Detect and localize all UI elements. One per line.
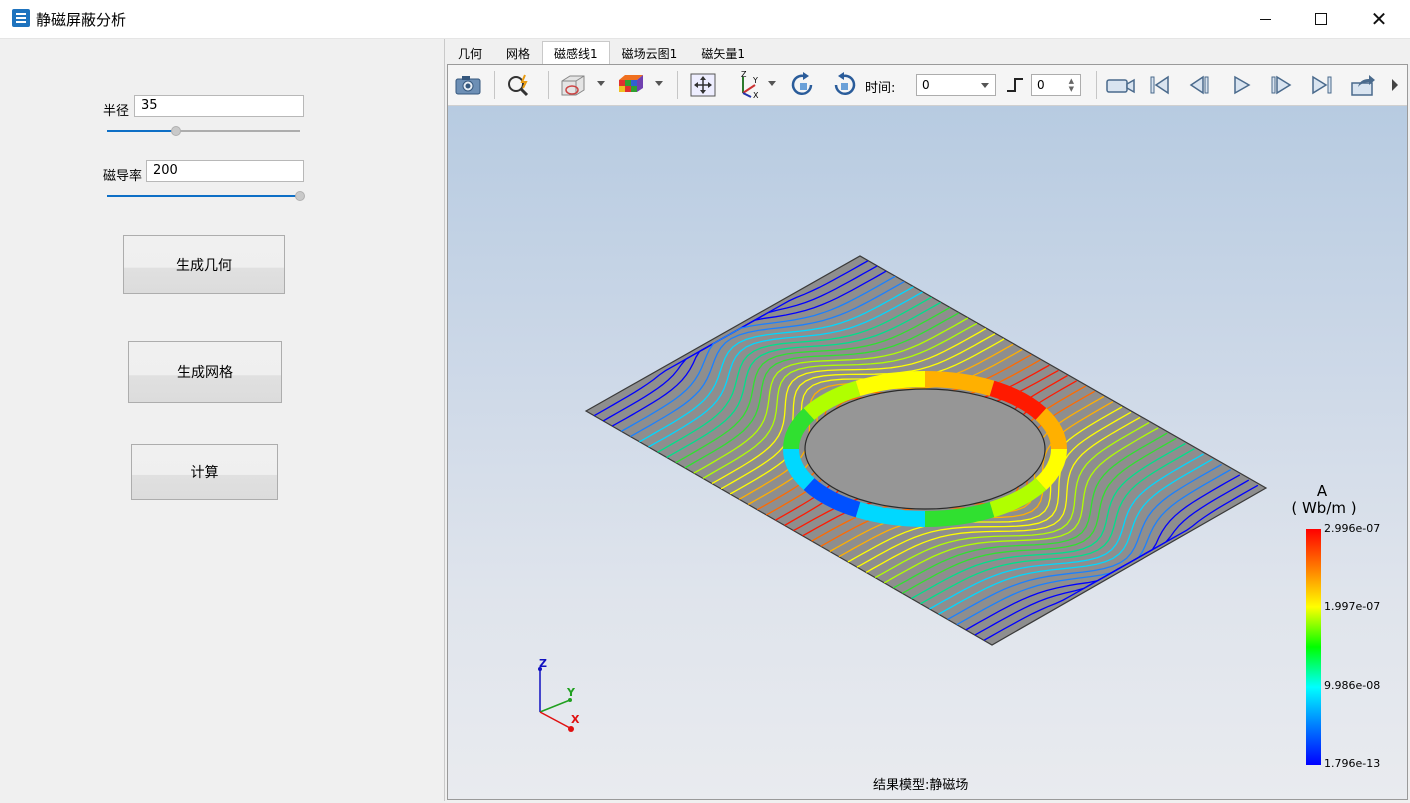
maximize-button[interactable] — [1292, 0, 1350, 38]
tab-mesh[interactable]: 网格 — [494, 41, 542, 66]
radius-slider-thumb[interactable] — [171, 126, 182, 136]
legend-unit: ( Wb/m ) — [1291, 499, 1357, 517]
shield-ring-segment — [924, 371, 995, 397]
x-axis-label: X — [571, 713, 580, 726]
generate-mesh-button[interactable]: 生成网格 — [128, 341, 282, 403]
x-axis-tip — [568, 726, 574, 732]
window-title: 静磁屏蔽分析 — [36, 11, 127, 29]
shield-ring-segment — [855, 501, 926, 527]
step-icon — [1000, 71, 1030, 99]
time-label: 时间: — [865, 81, 896, 96]
y-axis — [539, 699, 571, 713]
permeability-label: 磁导率 — [103, 169, 143, 184]
video-camera-icon[interactable] — [1103, 71, 1139, 99]
export-icon[interactable] — [1348, 71, 1378, 99]
step-spinbox[interactable]: 0 ▲ ▼ — [1031, 74, 1081, 96]
legend-tick-high: 1.997e-07 — [1324, 600, 1381, 613]
color-cube-icon[interactable] — [615, 71, 645, 99]
legend-title: A — [1316, 482, 1328, 500]
last-frame-icon[interactable] — [1307, 71, 1337, 99]
z-axis-label: Z — [539, 657, 547, 670]
shield-ring-segment — [924, 501, 995, 527]
chevron-down-icon — [981, 83, 989, 88]
permeability-slider-fill — [107, 195, 300, 197]
radius-input[interactable]: 35 — [134, 95, 304, 117]
next-frame-icon[interactable] — [1266, 71, 1296, 99]
prev-frame-icon[interactable] — [1185, 71, 1215, 99]
radius-slider-fill — [107, 130, 177, 132]
toolbar-separator — [677, 71, 678, 99]
permeability-input[interactable]: 200 — [146, 160, 304, 182]
camera-icon[interactable] — [453, 71, 483, 99]
parameter-panel: 半径 35 磁导率 200 生成几何 生成网格 计算 — [1, 39, 445, 801]
toolbar-separator — [494, 71, 495, 99]
legend-tick-max: 2.996e-07 — [1324, 522, 1381, 535]
radius-label: 半径 — [103, 104, 130, 119]
legend-tick-min: 1.796e-13 — [1324, 757, 1381, 770]
minimize-button[interactable] — [1236, 0, 1294, 38]
legend-tick-mid: 9.986e-08 — [1324, 679, 1381, 692]
time-select[interactable]: 0 — [916, 74, 996, 96]
maximize-icon — [1315, 13, 1327, 25]
x-axis — [539, 711, 571, 729]
box-view-icon[interactable] — [558, 71, 588, 99]
svg-text:Y: Y — [752, 76, 758, 85]
close-button[interactable]: ✕ — [1350, 0, 1408, 38]
result-model-label: 结果模型:静磁场 — [873, 778, 969, 793]
radius-slider[interactable] — [107, 126, 300, 136]
color-cube-dropdown-icon[interactable] — [655, 81, 663, 86]
title-bar: 静磁屏蔽分析 ✕ — [0, 0, 1410, 39]
time-select-value: 0 — [922, 78, 930, 92]
rotate-cw-icon[interactable] — [788, 71, 818, 99]
toolbar-separator — [1096, 71, 1097, 99]
axis-triad: Z Y X — [538, 657, 580, 732]
zoom-icon[interactable] — [504, 71, 534, 99]
play-icon[interactable] — [1226, 71, 1256, 99]
permeability-slider-thumb[interactable] — [295, 191, 305, 201]
fit-view-icon[interactable] — [688, 71, 718, 99]
spin-arrows-icon: ▲ ▼ — [1068, 77, 1074, 93]
shield-ring-segment — [855, 371, 926, 397]
step-spinbox-value: 0 — [1037, 78, 1045, 92]
svg-text:Z: Z — [741, 71, 747, 79]
toolbar-separator — [548, 71, 549, 99]
axes-icon[interactable]: ZYX — [733, 71, 763, 99]
axes-dropdown-icon[interactable] — [768, 81, 776, 86]
permeability-slider[interactable] — [107, 191, 305, 201]
close-icon: ✕ — [1370, 7, 1388, 31]
compute-button[interactable]: 计算 — [131, 444, 278, 500]
3d-scene[interactable]: Z Y X A ( Wb/m ) 2.996e-07 1.997e-07 9.9… — [448, 106, 1407, 799]
tab-field-contour[interactable]: 磁场云图1 — [610, 41, 690, 66]
y-axis-label: Y — [566, 686, 576, 699]
minimize-icon — [1259, 18, 1271, 20]
legend-color-bar — [1306, 529, 1321, 765]
tab-geometry[interactable]: 几何 — [446, 41, 494, 66]
viewer-toolbar: ZYX 时间: 0 0 ▲ ▼ — [448, 65, 1407, 106]
tab-field-vector[interactable]: 磁矢量1 — [689, 41, 757, 66]
view-tabs: 几何 网格 磁感线1 磁场云图1 磁矢量1 — [446, 41, 757, 66]
tab-flux-lines[interactable]: 磁感线1 — [542, 41, 610, 66]
generate-geometry-button[interactable]: 生成几何 — [123, 235, 285, 294]
toolbar-overflow-icon[interactable] — [1386, 71, 1404, 99]
shield-interior — [804, 388, 1046, 510]
box-view-dropdown-icon[interactable] — [597, 81, 605, 86]
app-icon — [12, 9, 30, 27]
first-frame-icon[interactable] — [1145, 71, 1175, 99]
rotate-ccw-icon[interactable] — [829, 71, 859, 99]
result-viewer: ZYX 时间: 0 0 ▲ ▼ Z Y X A (Wb/m) 2.996e-… — [447, 64, 1408, 800]
svg-text:X: X — [753, 91, 759, 99]
